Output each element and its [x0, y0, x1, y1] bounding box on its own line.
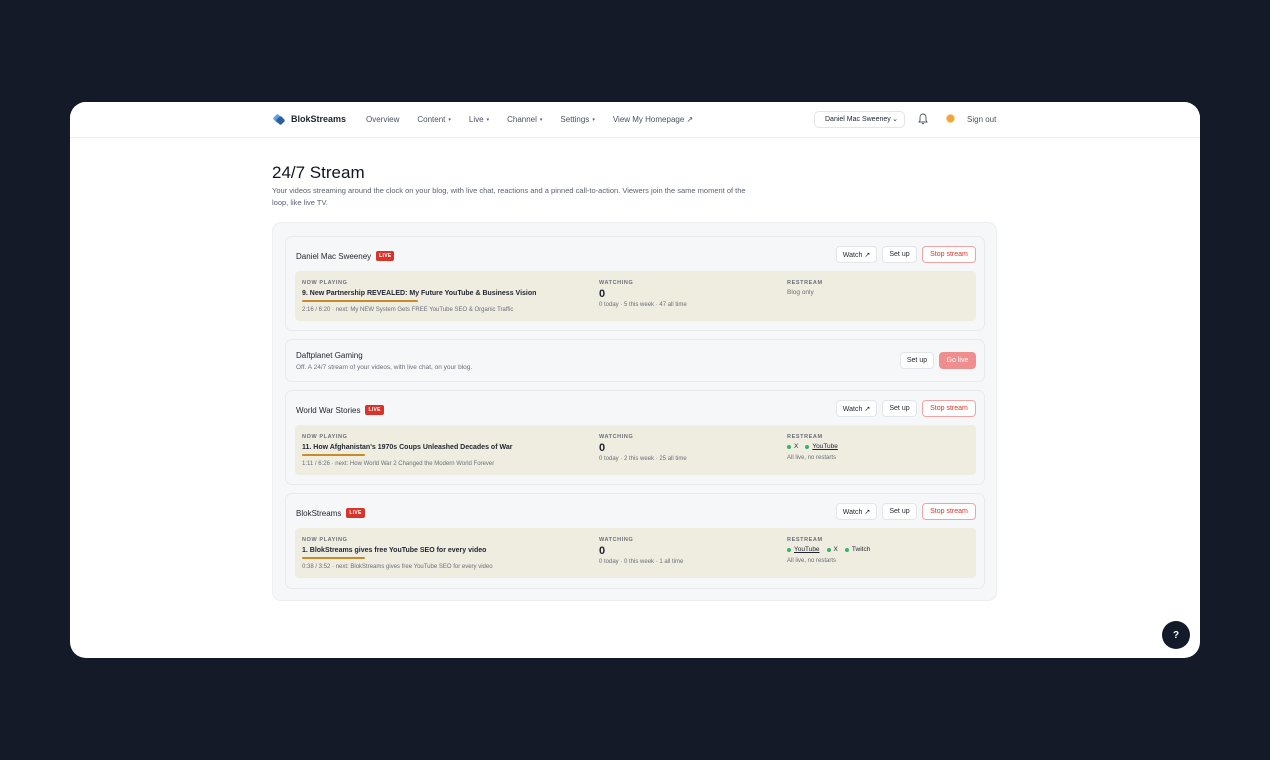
restream-target-x: X — [787, 443, 798, 450]
status-dot-icon — [805, 444, 810, 449]
app-window: BlokStreams Overview Content ▾ Live ▾ Chan… — [70, 102, 1200, 658]
setup-button[interactable]: Set up — [882, 503, 917, 520]
now-playing-label: NOW PLAYING — [302, 434, 348, 440]
menu-item-channel[interactable]: Channel ▾ — [507, 115, 542, 124]
channel-name: Daftplanet Gaming — [296, 351, 363, 360]
restream-targets: X YouTube — [787, 443, 838, 450]
streams-panel: Daniel Mac Sweeney LIVE Watch ↗ Set up S… — [272, 222, 997, 601]
restream-meta: All live, no restarts — [787, 455, 837, 461]
status-dot-icon — [844, 547, 849, 552]
restream-target-x: X — [826, 546, 838, 553]
restream-label: RESTREAM — [787, 280, 823, 286]
chevron-down-icon: ▾ — [486, 116, 490, 123]
sign-out-link[interactable]: Sign out — [967, 115, 996, 124]
watching-meta: 0 today · 5 this week · 47 all time — [599, 302, 687, 308]
channel-name: World War Stories — [296, 405, 361, 415]
progress-bar — [302, 557, 365, 559]
stop-stream-button[interactable]: Stop stream — [922, 246, 976, 263]
restream-target-twitch: Twitch — [844, 546, 870, 553]
status-dot-icon — [787, 444, 791, 449]
help-button[interactable]: ? — [1162, 621, 1190, 649]
channel-status-description: Off. A 24/7 stream of your videos, with … — [296, 364, 473, 371]
account-select-value: Daniel Mac Sweeney — [825, 116, 891, 123]
setup-button[interactable]: Set up — [900, 352, 934, 369]
avatar[interactable] — [946, 114, 955, 123]
menu-item-live[interactable]: Live ▾ — [469, 115, 489, 124]
watching-label: WATCHING — [599, 280, 634, 286]
now-playing-title: 9. New Partnership REVEALED: My Future Y… — [302, 290, 537, 297]
stop-stream-button[interactable]: Stop stream — [922, 503, 976, 520]
setup-button[interactable]: Set up — [882, 246, 917, 263]
restream-meta: All live, no restarts — [787, 558, 837, 564]
now-playing-box: NOW PLAYING 11. How Afghanistan's 1970s … — [295, 425, 976, 475]
progress-bar — [302, 300, 418, 302]
page-subtitle: Your videos streaming around the clock o… — [272, 186, 746, 207]
restream-targets: YouTube X Twitch — [787, 546, 870, 553]
stream-card-world-war-stories: World War Stories LIVE Watch ↗ Set up St… — [285, 390, 985, 485]
restream-label: RESTREAM — [787, 537, 823, 543]
page-title: 24/7 Stream — [272, 163, 365, 182]
restream-status: Blog only — [787, 289, 814, 296]
main-menu: Overview Content ▾ Live ▾ Channel ▾ Setting… — [366, 115, 693, 124]
stream-card-header: BlokStreams LIVE — [296, 508, 365, 518]
live-badge: LIVE — [346, 508, 365, 518]
restream-target-youtube[interactable]: YouTube — [787, 546, 820, 553]
chevron-down-icon: ▾ — [539, 116, 543, 123]
stream-card-header: World War Stories LIVE — [296, 405, 384, 415]
live-badge: LIVE — [365, 405, 384, 415]
watching-meta: 0 today · 2 this week · 25 all time — [599, 456, 687, 462]
live-badge: LIVE — [376, 251, 395, 261]
brand[interactable]: BlokStreams — [272, 113, 347, 126]
watching-meta: 0 today · 0 this week · 1 all time — [599, 559, 684, 565]
stream-card-header: Daniel Mac Sweeney LIVE — [296, 251, 395, 261]
brand-name: BlokStreams — [291, 113, 347, 124]
watching-label: WATCHING — [599, 537, 634, 543]
stream-card-header: Daftplanet Gaming — [296, 351, 363, 360]
status-dot-icon — [826, 547, 831, 552]
brand-logo-icon — [272, 113, 286, 126]
chevron-down-icon: ⌄ — [892, 116, 898, 123]
channel-name: Daniel Mac Sweeney — [296, 251, 372, 261]
menu-item-overview[interactable]: Overview — [366, 115, 399, 124]
menu-item-view-homepage[interactable]: View My Homepage ↗ — [613, 115, 693, 124]
account-select[interactable]: Daniel Mac Sweeney ⌄ — [814, 111, 905, 128]
playback-meta: 0:38 / 3:52 · next: BlokStreams gives fr… — [302, 564, 493, 570]
stream-card-daniel-mac-sweeney: Daniel Mac Sweeney LIVE Watch ↗ Set up S… — [285, 236, 985, 331]
restream-target-youtube[interactable]: YouTube — [805, 443, 838, 450]
bell-icon[interactable] — [918, 113, 928, 125]
stream-card-blokstreams: BlokStreams LIVE Watch ↗ Set up Stop str… — [285, 493, 985, 589]
stop-stream-button[interactable]: Stop stream — [922, 400, 976, 417]
status-dot-icon — [787, 547, 791, 552]
chevron-down-icon: ▾ — [592, 116, 595, 123]
watch-button[interactable]: Watch ↗ — [836, 400, 877, 417]
watch-button[interactable]: Watch ↗ — [836, 503, 877, 520]
now-playing-box: NOW PLAYING 9. New Partnership REVEALED:… — [295, 271, 976, 321]
watching-count: 0 — [599, 442, 606, 454]
playback-meta: 2:16 / 6:20 · next: My NEW System Gets F… — [302, 307, 514, 313]
menu-item-content[interactable]: Content ▾ — [417, 115, 451, 124]
setup-button[interactable]: Set up — [882, 400, 917, 417]
go-live-button[interactable]: Go live — [939, 352, 976, 369]
now-playing-label: NOW PLAYING — [302, 280, 348, 286]
watching-count: 0 — [599, 288, 606, 300]
watch-button[interactable]: Watch ↗ — [836, 246, 877, 263]
restream-label: RESTREAM — [787, 434, 823, 440]
chevron-down-icon: ▾ — [448, 116, 451, 123]
stream-card-daftplanet-gaming: Daftplanet Gaming Off. A 24/7 stream of … — [285, 339, 985, 382]
top-nav: BlokStreams Overview Content ▾ Live ▾ Chan… — [70, 102, 1200, 138]
watching-label: WATCHING — [599, 434, 634, 440]
watching-count: 0 — [599, 545, 606, 557]
now-playing-label: NOW PLAYING — [302, 537, 348, 543]
now-playing-box: NOW PLAYING 1. BlokStreams gives free Yo… — [295, 528, 976, 578]
progress-bar — [302, 454, 365, 456]
now-playing-title: 11. How Afghanistan's 1970s Coups Unleas… — [302, 444, 513, 451]
playback-meta: 1:11 / 6:26 · next: How World War 2 Chan… — [302, 461, 495, 467]
channel-name: BlokStreams — [296, 508, 342, 518]
menu-item-settings[interactable]: Settings ▾ — [560, 115, 594, 124]
now-playing-title: 1. BlokStreams gives free YouTube SEO fo… — [302, 547, 487, 554]
